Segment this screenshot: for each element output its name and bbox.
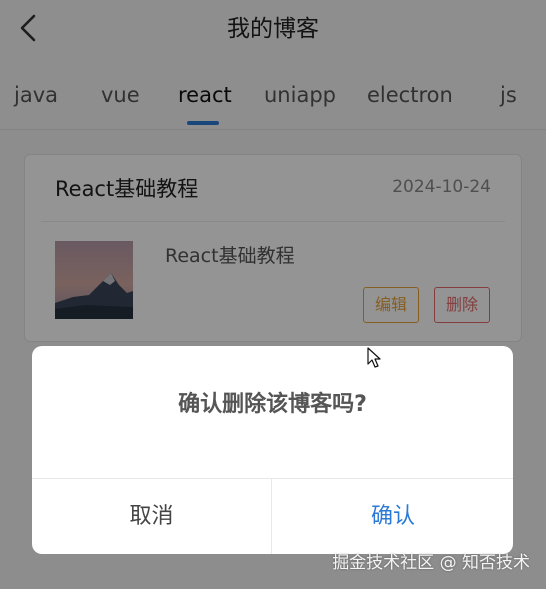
dialog-message: 确认删除该博客吗?	[178, 392, 367, 417]
confirm-dialog: 确认删除该博客吗? 取消 确认	[32, 346, 513, 554]
watermark-text: 掘金技术社区 @ 知否技术	[332, 553, 530, 573]
dialog-footer: 取消 确认	[32, 478, 513, 554]
cancel-button[interactable]: 取消	[32, 479, 272, 554]
confirm-button[interactable]: 确认	[273, 479, 513, 554]
